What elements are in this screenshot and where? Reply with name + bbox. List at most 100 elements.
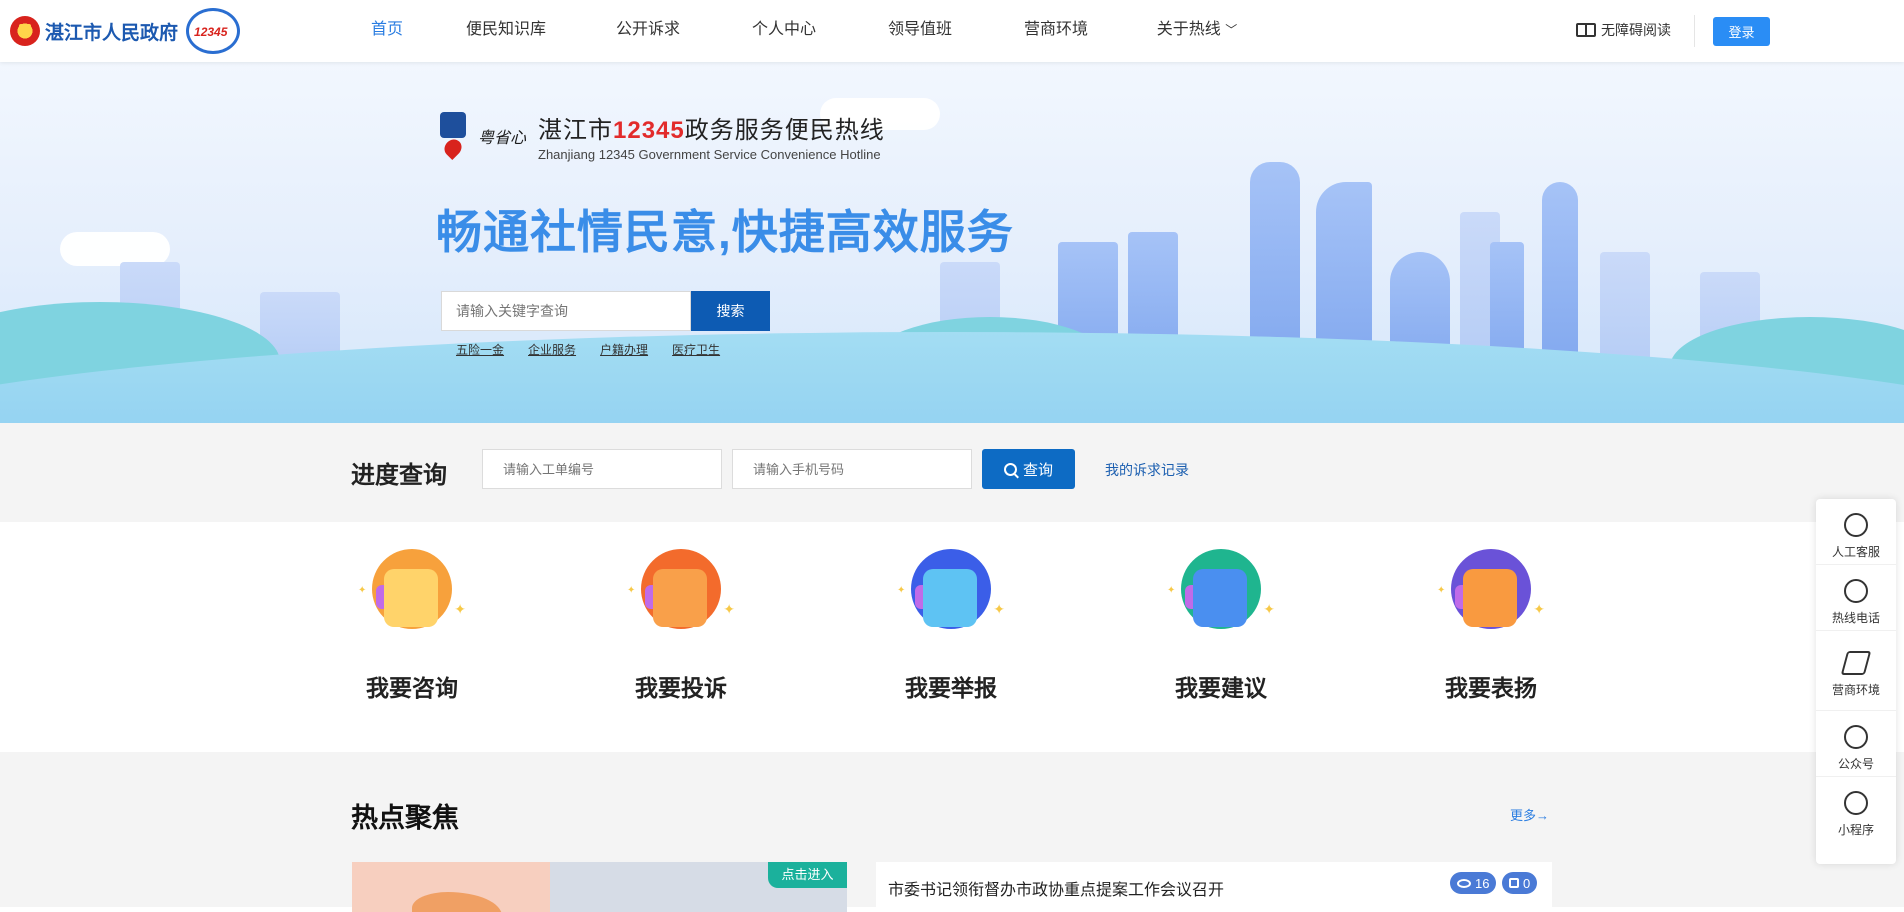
- keyword-search-input[interactable]: [441, 291, 691, 331]
- logo-text: 湛江市人民政府: [45, 22, 179, 44]
- report-icon: ✦ ✦: [891, 545, 1011, 655]
- side-item-label: 人工客服: [1831, 545, 1880, 559]
- side-item-label: 热线电话: [1831, 611, 1880, 625]
- title-suffix: 政务服务便民热线: [684, 117, 885, 144]
- map-graphic: [412, 892, 502, 912]
- service-label: 我要咨询: [366, 675, 458, 701]
- nav-about-label: 关于热线: [1156, 21, 1221, 38]
- news-title: 市委书记领衔督办市政协重点提案工作会议召开: [888, 882, 1225, 899]
- national-emblem-icon: [10, 16, 40, 46]
- views-badge: 16: [1450, 872, 1497, 894]
- envelope-icon: [1840, 651, 1872, 675]
- icon-card: [923, 569, 977, 627]
- service-label: 我要表扬: [1445, 675, 1537, 701]
- likes-count: 0: [1523, 875, 1531, 891]
- mascot-icon: [432, 110, 474, 162]
- site-logo[interactable]: 湛江市人民政府 12345: [10, 8, 241, 54]
- service-report[interactable]: ✦ ✦ 我要举报: [881, 545, 1021, 703]
- enter-tag[interactable]: 点击进入: [768, 862, 847, 888]
- hotline-title: 湛江市12345政务服务便民热线 Zhanjiang 12345 Governm…: [538, 110, 885, 162]
- nav-public-appeals[interactable]: 公开诉求: [578, 0, 718, 62]
- side-business-env[interactable]: 营商环境: [1816, 631, 1896, 711]
- news-item[interactable]: 市委书记领衔督办市政协重点提案工作会议召开 16 0: [876, 862, 1552, 912]
- hotline-badge-icon: 12345: [186, 8, 241, 54]
- sparkle-icon: ✦: [1263, 601, 1275, 617]
- side-hotline-phone[interactable]: 热线电话: [1816, 565, 1896, 631]
- login-button[interactable]: 登录: [1713, 17, 1770, 46]
- nav-personal-center[interactable]: 个人中心: [718, 0, 850, 62]
- sparkle-icon: ✦: [723, 601, 735, 617]
- accessibility-label: 无障碍阅读: [1601, 22, 1671, 38]
- sparkle-icon: ✦: [897, 585, 906, 596]
- service-complaint[interactable]: ✦ ✦ 我要投诉: [611, 545, 751, 703]
- floating-side-panel: 人工客服 热线电话 营商环境 公众号 小程序: [1816, 499, 1896, 864]
- query-button[interactable]: 查询: [982, 449, 1075, 489]
- hot-focus-title: 热点聚焦: [351, 803, 459, 833]
- more-link[interactable]: 更多→: [1510, 805, 1549, 824]
- side-item-label: 小程序: [1837, 823, 1874, 837]
- header-divider: [1694, 15, 1695, 47]
- cloud-decoration: [60, 232, 170, 266]
- hotline-title-en: Zhanjiang 12345 Government Service Conve…: [538, 147, 881, 162]
- views-count: 16: [1475, 875, 1490, 891]
- search-icon: [1003, 462, 1017, 476]
- side-official-account[interactable]: 公众号: [1816, 711, 1896, 777]
- hotline-badge-text: 12345: [194, 25, 228, 39]
- sparkle-icon: ✦: [1167, 585, 1176, 596]
- wechat-icon: [1844, 725, 1868, 749]
- service-label: 我要举报: [905, 675, 997, 701]
- title-number: 12345: [613, 117, 685, 144]
- suggest-icon: ✦ ✦: [1161, 545, 1281, 655]
- side-mini-program[interactable]: 小程序: [1816, 777, 1896, 843]
- hot-link[interactable]: 五险一金: [456, 341, 504, 358]
- icon-card: [653, 569, 707, 627]
- sparkle-icon: ✦: [993, 601, 1005, 617]
- eye-icon: [1457, 878, 1471, 888]
- consult-icon: ✦ ✦: [352, 545, 472, 655]
- chevron-down-icon: ﹀: [1225, 23, 1238, 37]
- order-number-input[interactable]: [482, 449, 722, 489]
- hot-keyword-links: 五险一金 企业服务 户籍办理 医疗卫生: [456, 341, 744, 358]
- hot-link[interactable]: 医疗卫生: [672, 341, 720, 358]
- sparkle-icon: ✦: [358, 585, 367, 596]
- accessibility-link[interactable]: 无障碍阅读: [1576, 20, 1671, 40]
- hot-link[interactable]: 企业服务: [528, 341, 576, 358]
- complaint-icon: ✦ ✦: [621, 545, 741, 655]
- mascot-text: 粤省心: [478, 128, 527, 147]
- query-button-label: 查询: [1022, 461, 1053, 479]
- main-nav: 首页 便民知识库 公开诉求 个人中心 领导值班 营商环境 关于热线 ﹀: [340, 0, 1272, 62]
- sparkle-icon: ✦: [627, 585, 636, 596]
- title-prefix: 湛江市: [538, 117, 614, 144]
- progress-query-section: 进度查询 查询 我的诉求记录: [0, 423, 1904, 522]
- search-button[interactable]: 搜索: [691, 291, 770, 331]
- book-icon: [1576, 23, 1596, 37]
- sparkle-icon: ✦: [1437, 585, 1446, 596]
- hero-banner: 粤省心 湛江市12345政务服务便民热线 Zhanjiang 12345 Gov…: [0, 62, 1904, 423]
- nav-about-hotline[interactable]: 关于热线 ﹀: [1122, 0, 1272, 62]
- service-consult[interactable]: ✦ ✦ 我要咨询: [342, 545, 482, 703]
- icon-card: [384, 569, 438, 627]
- side-customer-service[interactable]: 人工客服: [1816, 499, 1896, 565]
- hot-focus-section: 热点聚焦 更多→ 点击进入 市委书记领衔督办市政协重点提案工作会议召开 16 0: [0, 752, 1904, 912]
- service-label: 我要建议: [1175, 675, 1267, 701]
- hero-slogan: 畅通社情民意,快捷高效服务: [436, 206, 1014, 258]
- sparkle-icon: ✦: [454, 601, 466, 617]
- likes-badge[interactable]: 0: [1502, 872, 1538, 894]
- progress-query-title: 进度查询: [351, 462, 447, 489]
- nav-home[interactable]: 首页: [340, 0, 434, 62]
- side-item-label: 公众号: [1837, 757, 1874, 771]
- hot-link[interactable]: 户籍办理: [600, 341, 648, 358]
- phone-icon: [1844, 579, 1868, 603]
- service-praise[interactable]: ✦ ✦ 我要表扬: [1421, 545, 1561, 703]
- side-item-label: 营商环境: [1831, 683, 1880, 697]
- praise-icon: ✦ ✦: [1431, 545, 1551, 655]
- nav-business-env[interactable]: 营商环境: [990, 0, 1122, 62]
- icon-card: [1193, 569, 1247, 627]
- phone-number-input[interactable]: [732, 449, 972, 489]
- sparkle-icon: ✦: [1533, 601, 1545, 617]
- service-suggest[interactable]: ✦ ✦ 我要建议: [1151, 545, 1291, 703]
- headset-icon: [1844, 513, 1868, 537]
- nav-leader-duty[interactable]: 领导值班: [850, 0, 990, 62]
- my-appeals-link[interactable]: 我的诉求记录: [1105, 460, 1189, 480]
- nav-knowledge-base[interactable]: 便民知识库: [434, 0, 578, 62]
